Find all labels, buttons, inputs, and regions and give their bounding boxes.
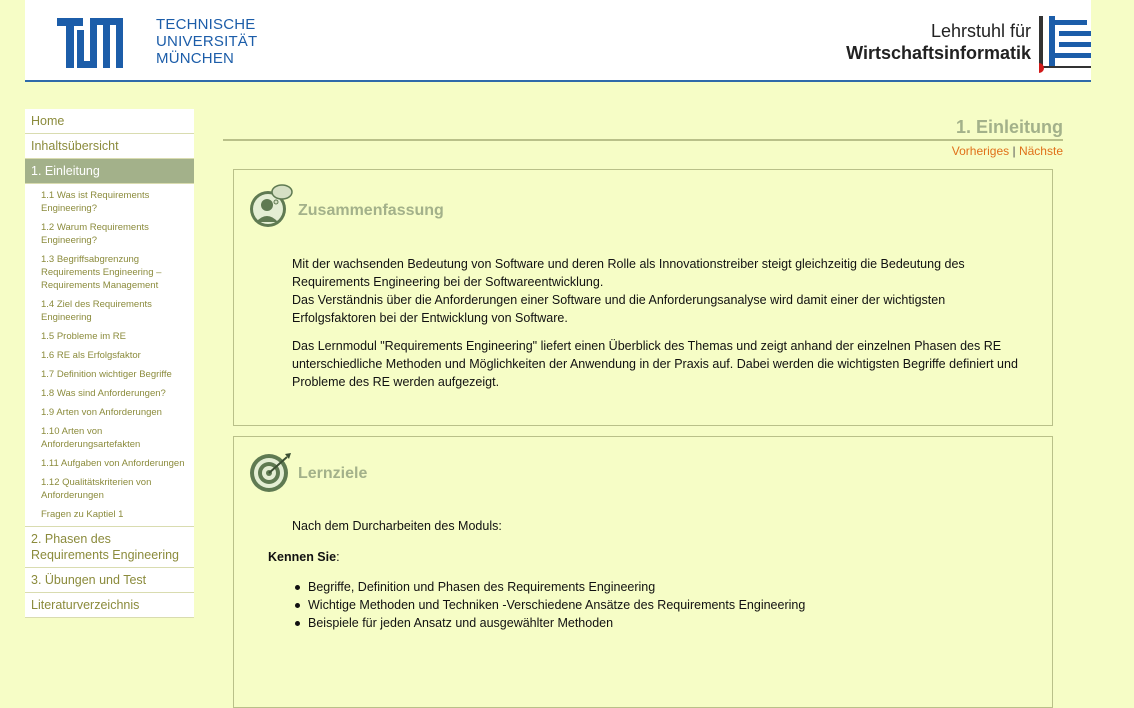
sidebar-item-overview[interactable]: Inhaltsübersicht bbox=[25, 134, 194, 159]
page-title: 1. Einleitung bbox=[223, 117, 1063, 141]
goals-title: Lernziele bbox=[298, 465, 368, 482]
sidebar-subitem[interactable]: 1.9 Arten von Anforderungen bbox=[25, 403, 194, 422]
text-line: Das Verständnis über die Anforderungen e… bbox=[292, 293, 946, 307]
text-line: Requirements Engineering bei der Softwar… bbox=[292, 275, 604, 289]
sidebar-subitem[interactable]: 1.7 Definition wichtiger Begriffe bbox=[25, 365, 194, 384]
goals-intro: Nach dem Durcharbeiten des Moduls: bbox=[292, 519, 502, 533]
sidebar-item-phasen[interactable]: 2. Phasen des Requirements Engineering bbox=[25, 527, 194, 568]
sidebar-subitem[interactable]: 1.12 Qualitätskriterien von Anforderunge… bbox=[25, 473, 194, 505]
sidebar-subitem[interactable]: Fragen zu Kaptiel 1 bbox=[25, 505, 194, 524]
chair-line-1: Lehrstuhl für bbox=[930, 21, 1031, 41]
tum-line-3: MÜNCHEN bbox=[156, 50, 235, 67]
chair-logo[interactable] bbox=[1039, 16, 1091, 74]
kennen-label: Kennen Sie bbox=[268, 550, 337, 564]
sidebar-item-uebungen[interactable]: 3. Übungen und Test bbox=[25, 568, 194, 593]
text-line: unterschiedliche Methoden und Möglichkei… bbox=[292, 357, 1018, 371]
pager-separator: | bbox=[1012, 144, 1016, 158]
tum-wordmark: TECHNISCHE UNIVERSITÄT MÜNCHEN bbox=[156, 16, 257, 67]
goals-kennen: Kennen Sie: bbox=[268, 550, 340, 564]
sidebar-subitem[interactable]: 1.2 Warum Requirements Engineering? bbox=[25, 218, 194, 250]
text-line: Erfolgsfaktoren bei der Entwicklung von … bbox=[292, 311, 568, 325]
goals-box: Lernziele Nach dem Durcharbeiten des Mod… bbox=[233, 436, 1053, 708]
summary-box: Zusammenfassung Mit der wachsenden Bedeu… bbox=[233, 169, 1053, 426]
list-item: Beispiele für jeden Ansatz und ausgewähl… bbox=[292, 614, 805, 632]
sidebar-item-home[interactable]: Home bbox=[25, 109, 194, 134]
summary-title: Zusammenfassung bbox=[298, 202, 444, 219]
next-link[interactable]: Nächste bbox=[1019, 144, 1063, 158]
text-line: Das Lernmodul "Requirements Engineering"… bbox=[292, 339, 1002, 353]
list-item: Begriffe, Definition und Phasen des Requ… bbox=[292, 578, 805, 596]
goals-list: Begriffe, Definition und Phasen des Requ… bbox=[292, 578, 805, 632]
chair-name: Lehrstuhl für Wirtschaftsinformatik bbox=[846, 20, 1031, 64]
summary-paragraph-1: Mit der wachsenden Bedeutung von Softwar… bbox=[292, 255, 1052, 327]
target-icon bbox=[250, 453, 291, 492]
sidebar-item-einleitung[interactable]: 1. Einleitung bbox=[25, 159, 194, 184]
sidebar-subitem[interactable]: 1.10 Arten von Anforderungsartefakten bbox=[25, 422, 194, 454]
sidebar-subitem[interactable]: 1.3 Begriffsabgrenzung Requirements Engi… bbox=[25, 250, 194, 295]
list-item: Wichtige Methoden und Techniken -Verschi… bbox=[292, 596, 805, 614]
text-line: Probleme des RE werden aufgezeigt. bbox=[292, 375, 500, 389]
pager: Vorheriges | Nächste bbox=[952, 144, 1063, 158]
chair-line-2: Wirtschaftsinformatik bbox=[846, 43, 1031, 63]
previous-link[interactable]: Vorheriges bbox=[952, 144, 1009, 158]
tum-logo[interactable] bbox=[57, 18, 123, 68]
page-header: TECHNISCHE UNIVERSITÄT MÜNCHEN Lehrstuhl… bbox=[25, 0, 1091, 82]
kennen-colon: : bbox=[336, 550, 340, 564]
sidebar-subitem[interactable]: 1.6 RE als Erfolgsfaktor bbox=[25, 346, 194, 365]
sidebar-subitem[interactable]: 1.8 Was sind Anforderungen? bbox=[25, 384, 194, 403]
sidebar-subitem[interactable]: 1.1 Was ist Requirements Engineering? bbox=[25, 186, 194, 218]
sidebar-item-literatur[interactable]: Literaturverzeichnis bbox=[25, 593, 194, 618]
summary-paragraph-2: Das Lernmodul "Requirements Engineering"… bbox=[292, 337, 1052, 391]
tum-line-2: UNIVERSITÄT bbox=[156, 33, 258, 50]
sidebar-nav: Home Inhaltsübersicht 1. Einleitung 1.1 … bbox=[25, 109, 194, 618]
speech-person-icon bbox=[250, 184, 293, 227]
sidebar-subitem[interactable]: 1.5 Probleme im RE bbox=[25, 327, 194, 346]
text-line: Mit der wachsenden Bedeutung von Softwar… bbox=[292, 257, 965, 271]
sidebar-subitem[interactable]: 1.11 Aufgaben von Anforderungen bbox=[25, 454, 194, 473]
sidebar-subitems: 1.1 Was ist Requirements Engineering? 1.… bbox=[25, 184, 194, 527]
tum-line-1: TECHNISCHE bbox=[156, 16, 256, 33]
sidebar-subitem[interactable]: 1.4 Ziel des Requirements Engineering bbox=[25, 295, 194, 327]
